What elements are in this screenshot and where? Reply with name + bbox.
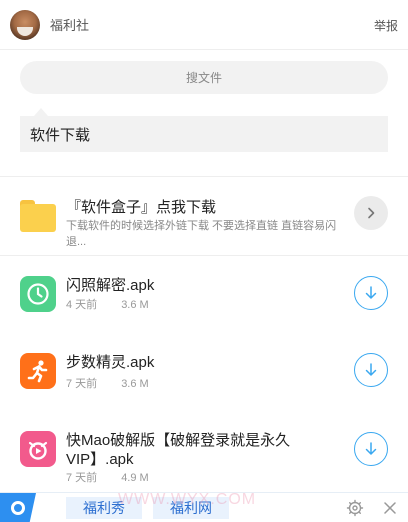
file-meta: 7 天前 4.9 M — [66, 469, 149, 485]
download-icon — [365, 442, 377, 455]
close-icon[interactable] — [382, 500, 398, 516]
logo-ring-icon — [11, 501, 25, 515]
file-meta: 4 天前 3.6 M — [66, 296, 149, 312]
search-input[interactable] — [20, 61, 388, 94]
open-folder-button[interactable] — [354, 196, 388, 230]
file-meta: 7 天前 3.6 M — [66, 375, 149, 391]
chevron-right-icon — [368, 207, 375, 219]
file-size: 4.9 M — [121, 472, 149, 484]
file-size: 3.6 M — [121, 378, 149, 390]
folder-icon — [20, 200, 56, 232]
divider — [0, 255, 408, 256]
list-item[interactable]: 步数精灵.apk 7 天前 3.6 M — [0, 353, 408, 403]
file-age: 7 天前 — [66, 472, 98, 484]
file-age: 4 天前 — [66, 299, 98, 311]
list-item[interactable]: 闪照解密.apk 4 天前 3.6 M — [0, 276, 408, 326]
download-button[interactable] — [354, 432, 388, 466]
runner-icon — [20, 353, 56, 389]
download-button[interactable] — [354, 276, 388, 310]
avatar[interactable] — [10, 9, 40, 40]
search-bar[interactable] — [20, 61, 388, 94]
file-age: 7 天前 — [66, 378, 98, 390]
cat-icon — [20, 431, 56, 467]
clock-icon — [20, 276, 56, 312]
list-item[interactable]: 快Mao破解版【破解登录就是永久VIP】.apk 7 天前 4.9 M — [0, 431, 408, 489]
logo[interactable] — [0, 493, 36, 522]
header: 福利社 举报 — [0, 0, 408, 50]
folder-title: 『软件盒子』点我下载 — [66, 199, 217, 216]
file-size: 3.6 M — [121, 299, 149, 311]
page-title: 福利社 — [50, 18, 90, 33]
download-button[interactable] — [354, 353, 388, 387]
report-link[interactable]: 举报 — [374, 17, 398, 34]
notice-bubble: 软件下载 — [20, 108, 388, 152]
file-name: 闪照解密.apk — [66, 277, 155, 294]
file-name: 步数精灵.apk — [66, 354, 155, 371]
file-name: 快Mao破解版【破解登录就是永久VIP】.apk — [66, 432, 291, 468]
watermark: WWW.WYX.COM — [118, 491, 257, 508]
download-icon — [365, 363, 377, 376]
folder-item[interactable]: 『软件盒子』点我下载 下载软件的时候选择外链下载 不要选择直链 直链容易闪退..… — [0, 192, 408, 254]
divider — [0, 176, 408, 177]
download-icon — [365, 286, 377, 299]
gear-icon[interactable] — [346, 499, 364, 517]
folder-description: 下载软件的时候选择外链下载 不要选择直链 直链容易闪退... — [66, 220, 337, 248]
